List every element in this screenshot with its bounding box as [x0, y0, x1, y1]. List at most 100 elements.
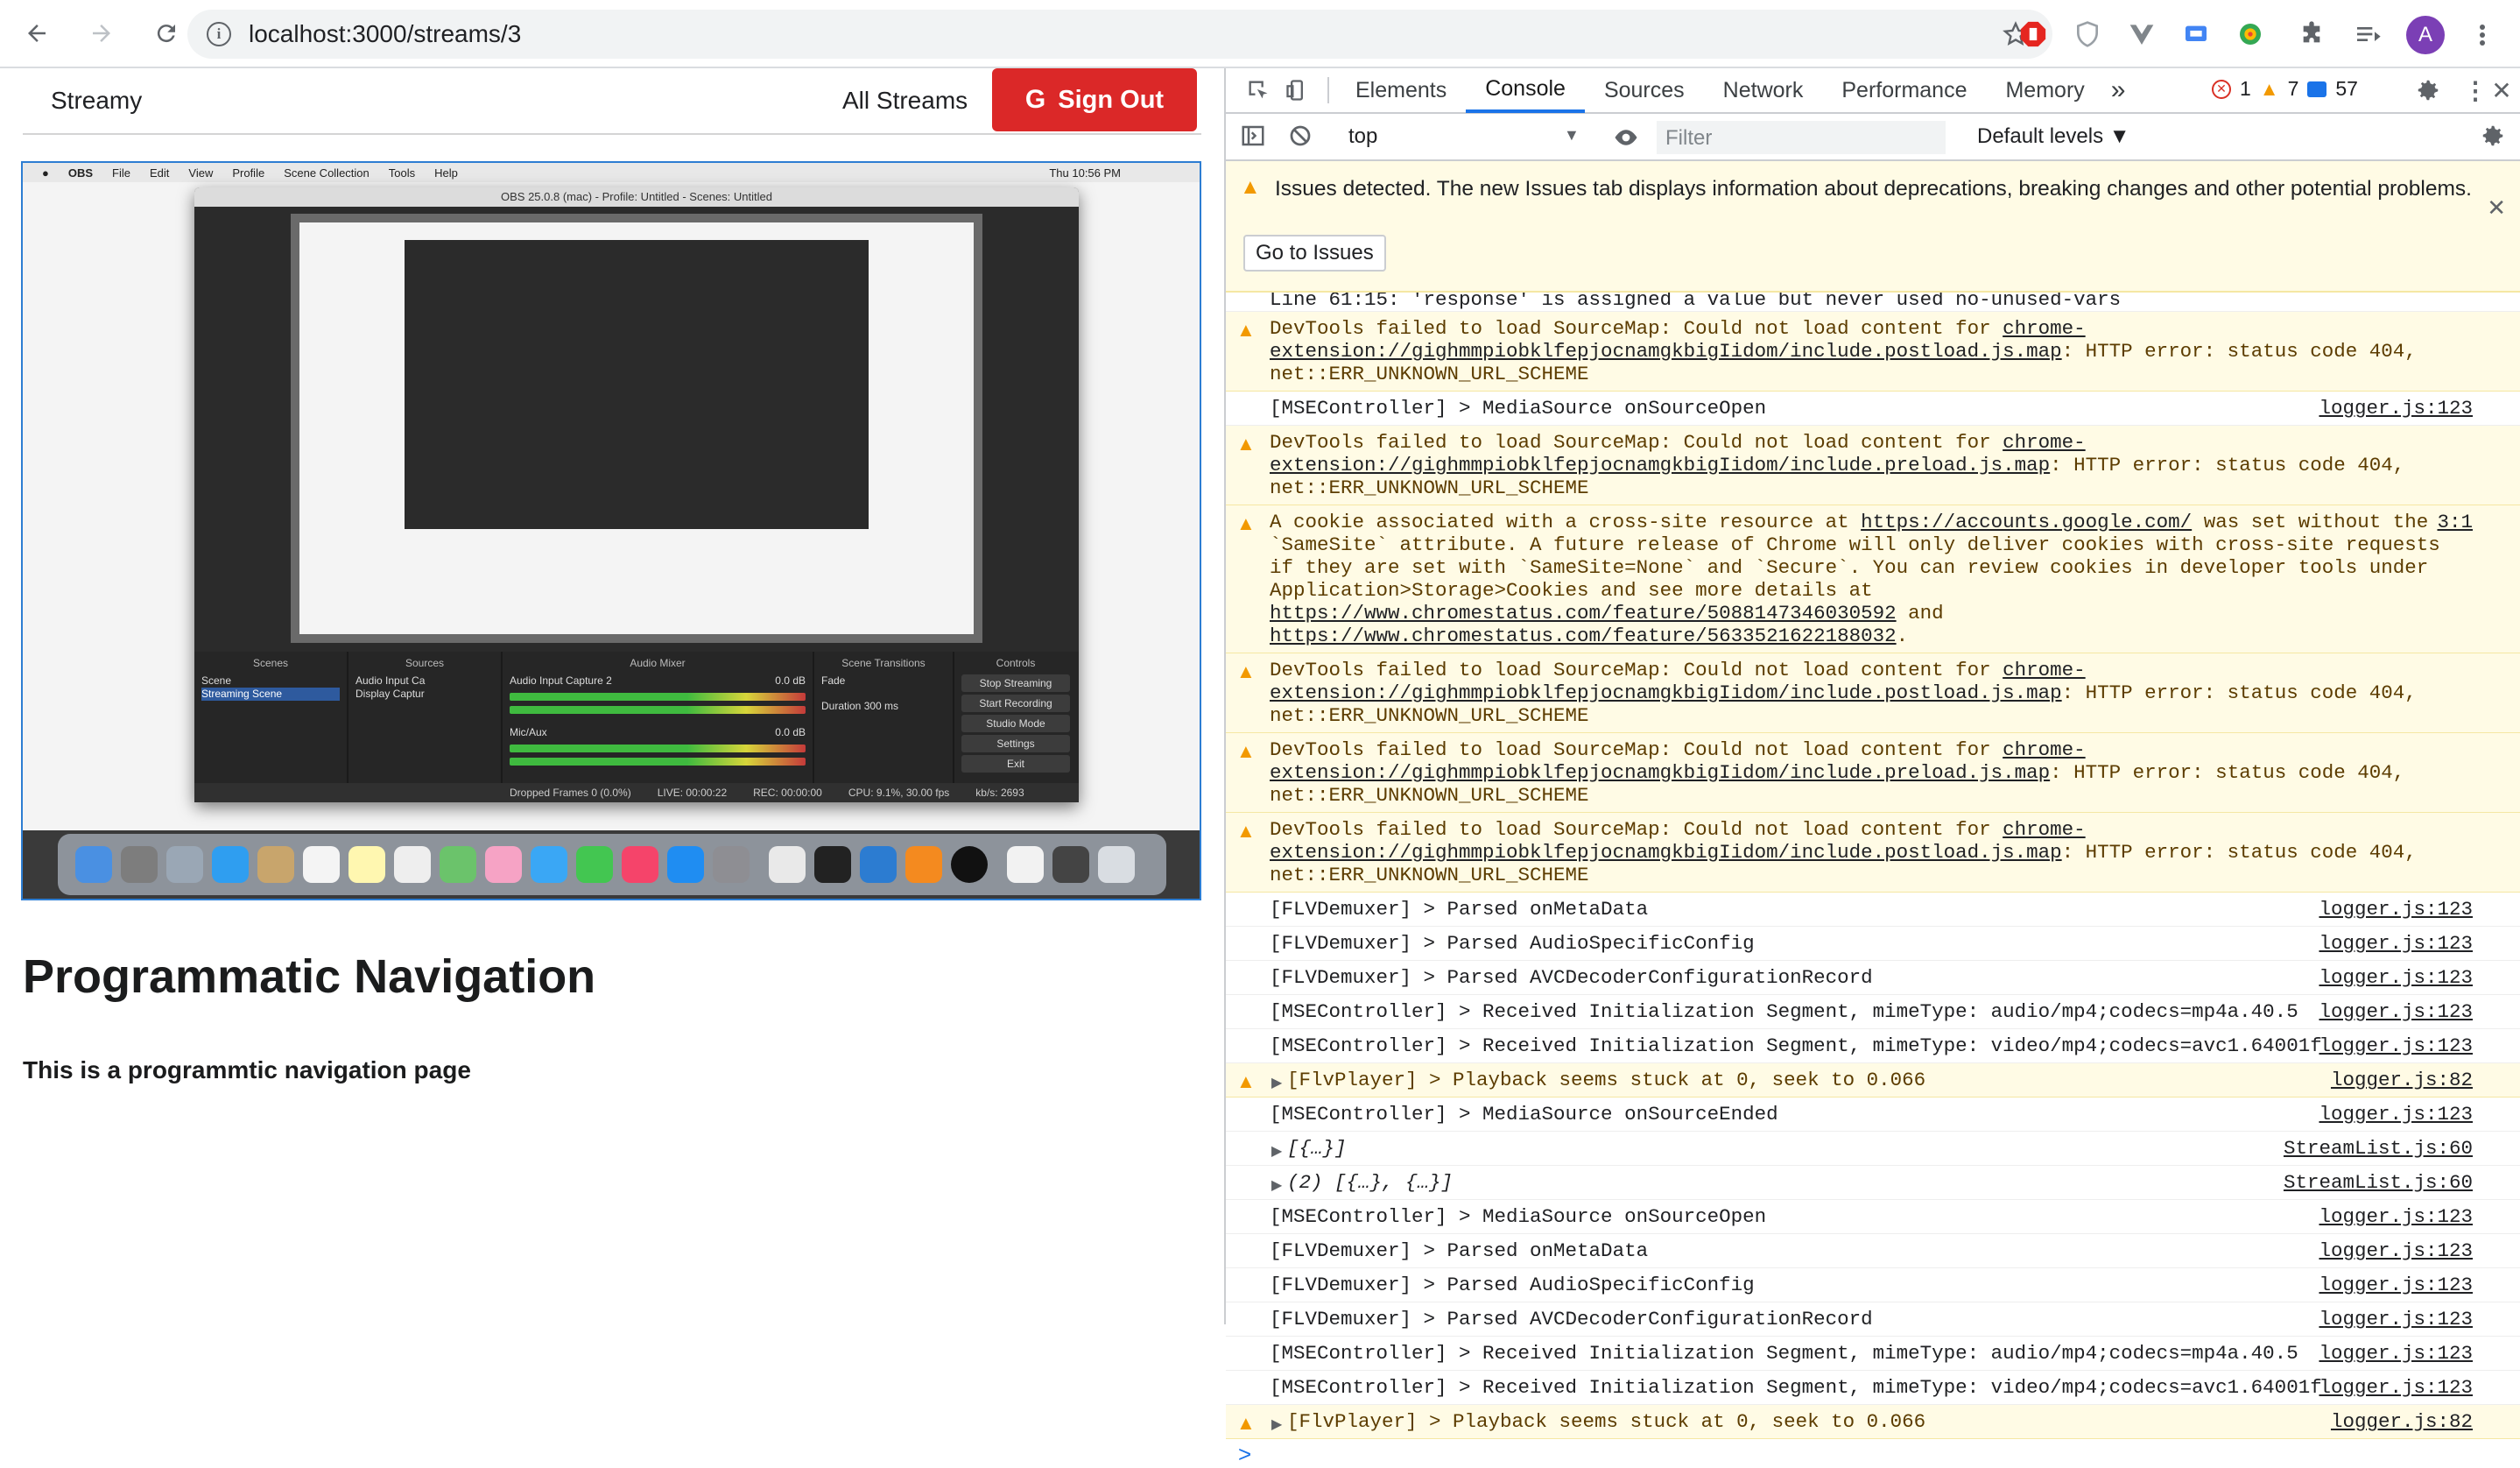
console-warning-row[interactable]: ▲ A cookie associated with a cross-site r…	[1226, 505, 2520, 653]
console-log-row[interactable]: [FLVDemuxer] > Parsed AVCDecoderConfigur…	[1226, 1302, 2520, 1337]
console-filter-input[interactable]: Filter	[1657, 121, 1946, 154]
sidebar-toggle-icon[interactable]	[1240, 123, 1266, 153]
extensions-puzzle-icon[interactable]	[2294, 17, 2329, 52]
video-player[interactable]: ● OBS File Edit View Profile Scene Colle…	[21, 161, 1201, 900]
console-warning-row[interactable]: ▲ ▶ [FlvPlayer] > Playback seems stuck at …	[1226, 1063, 2520, 1097]
expand-caret-icon[interactable]: ▶	[1271, 1140, 1282, 1163]
tab-memory[interactable]: Memory	[1986, 67, 2103, 113]
tab-elements[interactable]: Elements	[1336, 67, 1466, 113]
source-link[interactable]: logger.js:123	[2319, 1239, 2473, 1262]
forward-icon[interactable]	[84, 16, 119, 51]
log-levels-dropdown[interactable]: Default levels ▼	[1977, 124, 2130, 149]
warning-icon: ▲	[1236, 820, 1256, 842]
all-streams-link[interactable]: All Streams	[842, 87, 968, 115]
screen-extension-icon[interactable]	[2179, 17, 2214, 52]
adblock-extension-icon[interactable]	[2016, 17, 2051, 52]
console-log-row[interactable]: [FLVDemuxer] > Parsed onMetaData logger.j…	[1226, 893, 2520, 927]
source-link[interactable]: 3:1	[2437, 511, 2473, 533]
obs-docks: Scenes Scene Streaming Scene Sources Aud…	[194, 652, 1079, 801]
expand-caret-icon[interactable]: ▶	[1271, 1175, 1282, 1197]
console-warning-row[interactable]: ▲ DevTools failed to load SourceMap: Coul…	[1226, 653, 2520, 733]
media-queue-icon[interactable]	[2350, 17, 2385, 52]
source-link[interactable]: logger.js:123	[2319, 898, 2473, 921]
colorful-extension-icon[interactable]	[2233, 17, 2268, 52]
context-dropdown-icon[interactable]: ▼	[1564, 126, 1580, 145]
warning-icon: ▲	[1236, 433, 1256, 455]
context-select[interactable]: top	[1348, 124, 1377, 149]
source-link[interactable]: logger.js:82	[2331, 1410, 2473, 1433]
tab-sources[interactable]: Sources	[1585, 67, 1704, 113]
console-log-row[interactable]: [FLVDemuxer] > Parsed AudioSpecificConfi…	[1226, 1268, 2520, 1302]
console-log-row[interactable]: [MSEController] > MediaSource onSourceOp…	[1226, 392, 2520, 426]
source-link[interactable]: logger.js:123	[2319, 1103, 2473, 1126]
sign-out-button[interactable]: G Sign Out	[992, 68, 1197, 131]
source-link[interactable]: logger.js:123	[2319, 1308, 2473, 1330]
source-link[interactable]: logger.js:123	[2319, 1205, 2473, 1228]
more-tabs-icon[interactable]: »	[2104, 67, 2133, 113]
source-link[interactable]: logger.js:123	[2319, 932, 2473, 955]
back-icon[interactable]	[19, 16, 54, 51]
console-warning-row[interactable]: ▲ DevTools failed to load SourceMap: Coul…	[1226, 733, 2520, 813]
devtools-menu-icon[interactable]: ⋮	[2460, 75, 2490, 105]
console-log-row[interactable]: [FLVDemuxer] > Parsed AVCDecoderConfigur…	[1226, 961, 2520, 995]
console-log-row[interactable]: [MSEController] > MediaSource onSourceEn…	[1226, 1097, 2520, 1132]
settings-gear-icon[interactable]	[2413, 75, 2443, 105]
console-warning-row[interactable]: ▲ ▶ [FlvPlayer] > Playback seems stuck at …	[1226, 1405, 2520, 1439]
source-link[interactable]: logger.js:123	[2319, 1376, 2473, 1399]
close-devtools-icon[interactable]: ✕	[2487, 75, 2516, 105]
source-link[interactable]: logger.js:123	[2319, 397, 2473, 420]
tab-network[interactable]: Network	[1704, 67, 1823, 113]
device-toolbar-icon[interactable]	[1282, 75, 1312, 105]
source-link[interactable]: logger.js:123	[2319, 966, 2473, 989]
issue-counters[interactable]: ✕ 1 ▲ 7 57	[2212, 77, 2358, 101]
source-link[interactable]: logger.js:82	[2331, 1069, 2473, 1091]
browser-menu-icon[interactable]	[2469, 18, 2495, 53]
close-banner-icon[interactable]: ✕	[2487, 194, 2506, 222]
console-log-row[interactable]: ▶ [{…}] StreamList.js:60	[1226, 1132, 2520, 1166]
console-link[interactable]: https://accounts.google.com/	[1861, 511, 2192, 533]
url-text[interactable]: localhost:3000/streams/3	[249, 20, 521, 48]
source-link[interactable]: StreamList.js:60	[2284, 1137, 2473, 1160]
go-to-issues-button[interactable]: Go to Issues	[1243, 235, 1386, 272]
brand-link[interactable]: Streamy	[51, 87, 142, 115]
console-link[interactable]: https://www.chromestatus.com/feature/508…	[1270, 602, 1897, 625]
console-log-row[interactable]: [FLVDemuxer] > Parsed AudioSpecificConfi…	[1226, 927, 2520, 961]
console-log-row[interactable]: [MSEController] > Received Initializatio…	[1226, 995, 2520, 1029]
console-text: [MSEController] > Received Initializatio…	[1270, 1000, 2298, 1023]
console-prompt[interactable]: >	[1226, 1439, 2520, 1468]
console-log-row[interactable]: [MSEController] > Received Initializatio…	[1226, 1029, 2520, 1063]
console-warning-row[interactable]: ▲ DevTools failed to load SourceMap: Coul…	[1226, 813, 2520, 893]
profile-avatar[interactable]: A	[2406, 16, 2445, 54]
shield-extension-icon[interactable]	[2070, 17, 2105, 52]
vue-devtools-icon[interactable]	[2124, 17, 2159, 52]
console-log-row[interactable]: [FLVDemuxer] > Parsed onMetaData logger.j…	[1226, 1234, 2520, 1268]
issues-message: Issues detected. The new Issues tab disp…	[1275, 177, 2472, 201]
expand-caret-icon[interactable]: ▶	[1271, 1072, 1282, 1095]
console-settings-gear-icon[interactable]	[2480, 123, 2506, 153]
source-link[interactable]: logger.js:123	[2319, 1342, 2473, 1365]
console-text: DevTools failed to load SourceMap: Could…	[1270, 738, 2003, 761]
console-log-row[interactable]: ▶ (2) [{…}, {…}] StreamList.js:60	[1226, 1166, 2520, 1200]
source-link[interactable]: logger.js:123	[2319, 1034, 2473, 1057]
inspect-element-icon[interactable]	[1243, 75, 1273, 105]
clear-console-icon[interactable]	[1287, 123, 1313, 153]
console-link[interactable]: https://www.chromestatus.com/feature/563…	[1270, 625, 1897, 647]
console-log-row[interactable]: [MSEController] > MediaSource onSourceOp…	[1226, 1200, 2520, 1234]
source-link[interactable]: logger.js:123	[2319, 1000, 2473, 1023]
console-log-row[interactable]: [MSEController] > Received Initializatio…	[1226, 1337, 2520, 1371]
expand-caret-icon[interactable]: ▶	[1271, 1414, 1282, 1436]
volume-meter	[510, 693, 806, 701]
tab-performance[interactable]: Performance	[1822, 67, 1986, 113]
source-link[interactable]: StreamList.js:60	[2284, 1171, 2473, 1194]
mac-menu-item: Tools	[388, 166, 416, 180]
site-info-icon[interactable]: i	[207, 22, 231, 46]
reload-icon[interactable]	[149, 16, 184, 51]
tab-console[interactable]: Console	[1466, 67, 1585, 113]
console-warning-row[interactable]: ▲ DevTools failed to load SourceMap: Coul…	[1226, 426, 2520, 505]
address-bar[interactable]: i localhost:3000/streams/3	[187, 10, 2052, 59]
source-link[interactable]: logger.js:123	[2319, 1274, 2473, 1296]
live-expression-eye-icon[interactable]	[1611, 124, 1641, 151]
console-log-row[interactable]: Line 61:15: 'response' is assigned a val…	[1226, 293, 2520, 312]
console-log-row[interactable]: [MSEController] > Received Initializatio…	[1226, 1371, 2520, 1405]
console-warning-row[interactable]: ▲ DevTools failed to load SourceMap: Coul…	[1226, 312, 2520, 392]
